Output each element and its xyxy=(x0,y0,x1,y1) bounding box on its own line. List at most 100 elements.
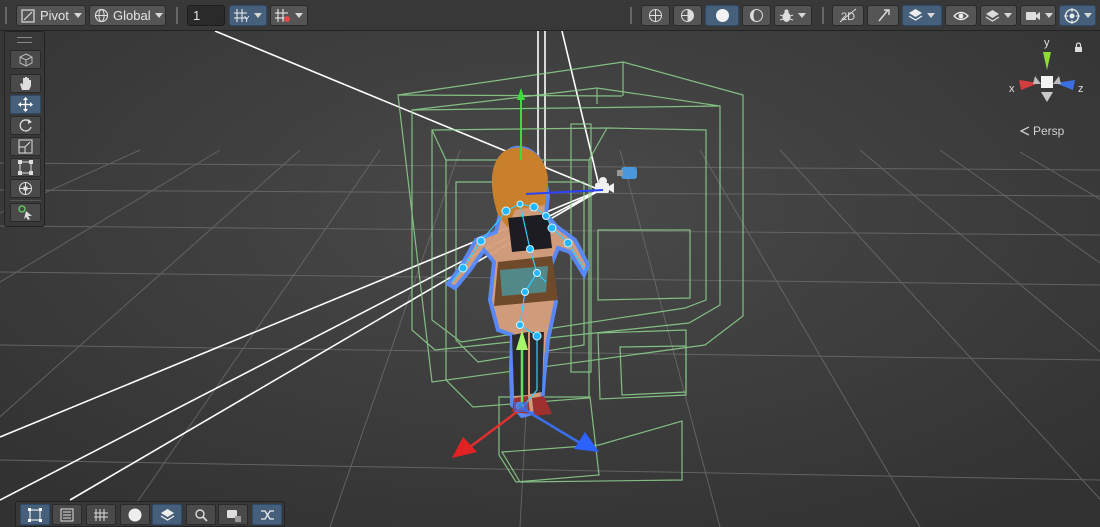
layers-overlay-button[interactable] xyxy=(152,504,182,525)
toolbar-separator xyxy=(630,7,632,24)
rect-icon xyxy=(28,507,42,522)
gizmo-y-label: y xyxy=(1044,37,1050,49)
projection-label: Persp xyxy=(1033,124,1065,138)
grid-overlay-button[interactable] xyxy=(86,504,116,525)
hand-icon xyxy=(20,77,31,90)
scene-toolbar: Pivot Global 1 Y 2D xyxy=(0,0,1100,31)
camera-icon xyxy=(226,509,241,522)
gizmo-x-label: x xyxy=(1009,83,1015,95)
pivot-icon xyxy=(21,8,35,23)
rotate-tool-button[interactable] xyxy=(10,116,41,135)
custom-editor-tool-icon xyxy=(18,205,32,220)
chevron-down-icon xyxy=(798,13,806,18)
tool-settings-overlay-button[interactable] xyxy=(52,504,82,525)
lighting-icon xyxy=(877,9,890,22)
global-label: Global xyxy=(113,8,151,23)
search-overlay-button[interactable] xyxy=(186,504,216,525)
wireframe-sphere-icon xyxy=(649,9,662,22)
svg-text:2D: 2D xyxy=(841,11,855,23)
toolbar-separator xyxy=(822,7,824,24)
gizmos-dropdown[interactable] xyxy=(1059,5,1096,26)
chevron-down-icon xyxy=(254,13,262,18)
toggle-2d-button[interactable]: 2D xyxy=(832,5,864,26)
move-icon xyxy=(18,97,33,112)
scene-visibility-button[interactable] xyxy=(945,5,977,26)
unlit-sphere-icon xyxy=(750,9,763,22)
rect-tool-button[interactable] xyxy=(10,158,41,177)
move-tool-button[interactable] xyxy=(10,95,41,114)
shuffle-icon xyxy=(260,509,274,520)
toolbar-grip[interactable] xyxy=(5,7,7,24)
scene-camera-dropdown[interactable] xyxy=(1020,5,1056,26)
camera-overlay-button[interactable] xyxy=(218,504,248,525)
view-tool-button[interactable] xyxy=(10,50,41,69)
layers-icon xyxy=(160,508,174,521)
lighting-toggle-button[interactable] xyxy=(867,5,899,26)
overlay-toolbar xyxy=(15,501,285,527)
unlit-mode-button[interactable] xyxy=(742,5,771,26)
global-dropdown[interactable]: Global xyxy=(89,5,166,26)
lock-icon[interactable] xyxy=(1075,42,1082,52)
pivot-dropdown[interactable]: Pivot xyxy=(16,5,86,26)
gizmo-neg-x-cone[interactable] xyxy=(1053,76,1061,84)
transform-icon xyxy=(19,182,32,195)
debug-draw-mode-button[interactable] xyxy=(774,5,812,26)
persp-arrow-icon xyxy=(1020,126,1030,136)
increment-snap-icon xyxy=(275,9,290,22)
globe-icon xyxy=(94,8,109,23)
video-camera-icon xyxy=(1026,11,1040,20)
grid-snap-icon: Y xyxy=(234,9,250,23)
chevron-down-icon xyxy=(295,13,303,18)
shaded-mode-button[interactable] xyxy=(705,5,739,26)
eye-icon xyxy=(953,11,969,20)
shuffle-overlay-button[interactable] xyxy=(252,504,282,525)
chevron-down-icon xyxy=(154,13,163,18)
scene-fx-icon xyxy=(908,9,923,21)
shaded-wireframe-icon xyxy=(681,9,694,22)
tools-panel-grip[interactable] xyxy=(17,37,32,43)
gizmo-z-label: z xyxy=(1078,83,1084,95)
tools-divider xyxy=(10,200,41,201)
2d-toggle-icon: 2D xyxy=(840,8,856,23)
shaded-wireframe-mode-button[interactable] xyxy=(673,5,702,26)
shaded-sphere-icon xyxy=(715,9,729,22)
scale-icon xyxy=(18,139,33,154)
chevron-down-icon xyxy=(1004,13,1012,18)
custom-tool-button[interactable] xyxy=(10,203,41,222)
gizmo-center-cube[interactable] xyxy=(1041,76,1053,88)
effects-toggle-button[interactable] xyxy=(902,5,942,26)
hand-tool-button[interactable] xyxy=(10,74,41,93)
transform-tool-button[interactable] xyxy=(10,179,41,198)
projection-toggle[interactable]: Persp xyxy=(1020,124,1064,138)
svg-text:Y: Y xyxy=(244,15,250,23)
gizmo-icon xyxy=(1064,7,1080,24)
grid-snap-value: 1 xyxy=(193,8,201,23)
gizmo-y-cone[interactable] xyxy=(1043,52,1051,70)
cube-icon xyxy=(19,52,32,67)
bug-icon xyxy=(779,9,794,22)
layers-icon xyxy=(985,10,1000,22)
scale-tool-button[interactable] xyxy=(10,137,41,156)
chevron-down-icon xyxy=(73,13,82,18)
pivot-label: Pivot xyxy=(40,8,69,23)
chevron-down-icon xyxy=(1084,13,1092,18)
circle-icon xyxy=(128,508,142,521)
layers-dropdown[interactable] xyxy=(980,5,1017,26)
search-icon xyxy=(195,508,208,522)
chevron-down-icon xyxy=(927,13,935,18)
toolbar-separator xyxy=(176,7,178,24)
grid-icon xyxy=(94,508,108,521)
scene-viewport[interactable] xyxy=(0,0,1100,527)
gizmo-neg-z-cone[interactable] xyxy=(1033,76,1041,84)
wireframe-draw-mode-button[interactable] xyxy=(641,5,670,26)
grid-snap-value-field[interactable]: 1 xyxy=(187,5,225,26)
tools-overlay xyxy=(4,31,45,227)
shading-overlay-button[interactable] xyxy=(120,504,150,525)
rect-overlay-button[interactable] xyxy=(20,504,50,525)
orientation-gizmo[interactable]: y x z xyxy=(1005,36,1095,116)
gizmo-neg-y-cone[interactable] xyxy=(1041,92,1053,102)
grid-visibility-button[interactable]: Y xyxy=(229,5,267,26)
chevron-down-icon xyxy=(1045,13,1053,18)
snap-increment-button[interactable] xyxy=(270,5,308,26)
rotate-icon xyxy=(19,119,32,132)
